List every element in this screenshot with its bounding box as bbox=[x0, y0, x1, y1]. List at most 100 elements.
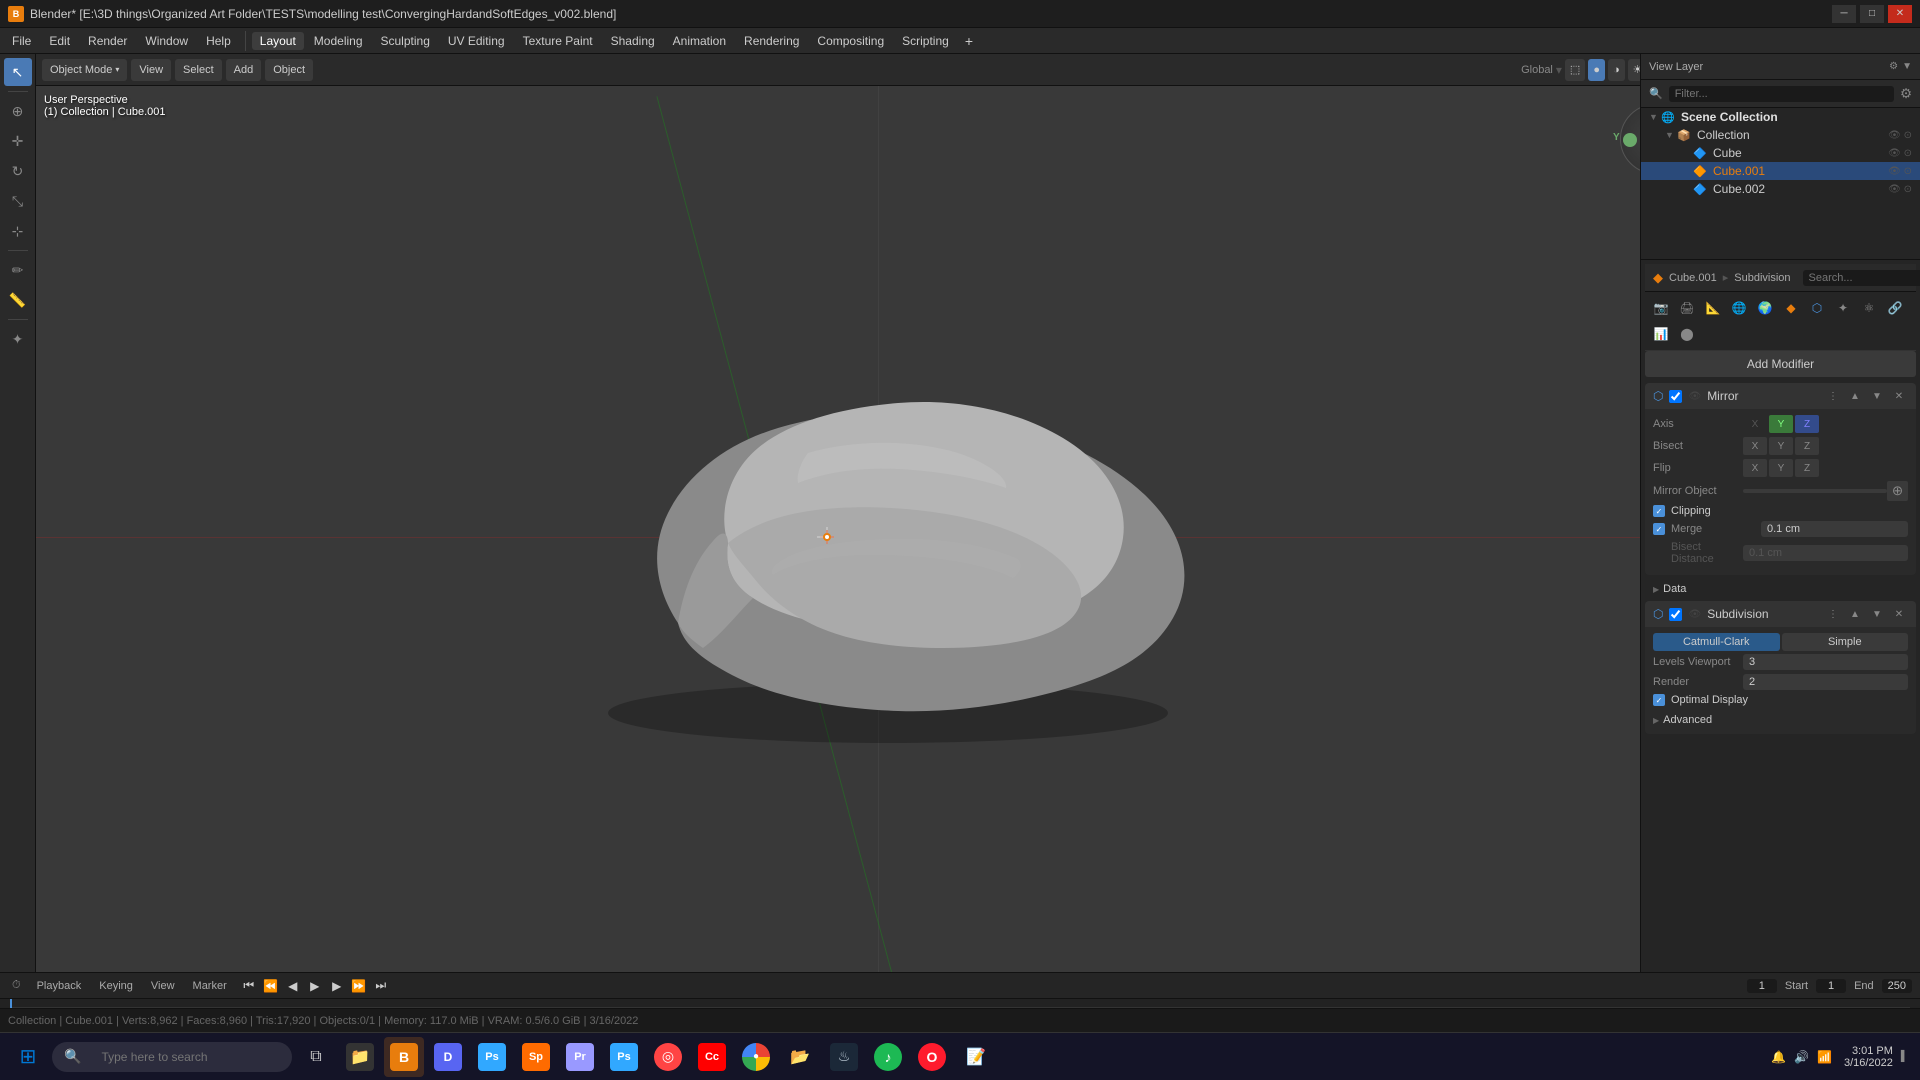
mirror-modifier-down[interactable]: ▼ bbox=[1868, 387, 1886, 405]
taskbar-clock[interactable]: 3:01 PM 3/16/2022 bbox=[1844, 1045, 1893, 1069]
outliner-scene-collection[interactable]: ▼ 🌐 Scene Collection bbox=[1641, 108, 1920, 126]
volume-icon[interactable]: 🔊 bbox=[1794, 1050, 1809, 1064]
props-view-layer-icon[interactable]: 📐 bbox=[1701, 296, 1725, 320]
props-output-icon[interactable]: 🖨 bbox=[1675, 296, 1699, 320]
current-frame-display[interactable]: 1 bbox=[1747, 979, 1777, 993]
cc-taskbar-btn[interactable]: Cc bbox=[692, 1037, 732, 1077]
props-material-icon[interactable]: ⬤ bbox=[1675, 322, 1699, 346]
select-menu[interactable]: Select bbox=[175, 59, 222, 81]
explorer-taskbar-btn[interactable]: 📂 bbox=[780, 1037, 820, 1077]
maximize-button[interactable]: □ bbox=[1860, 5, 1884, 23]
flip-x[interactable]: X bbox=[1743, 459, 1767, 477]
catmull-clark-btn[interactable]: Catmull-Clark bbox=[1653, 633, 1780, 651]
menu-window[interactable]: Window bbox=[137, 32, 196, 50]
file-manager-taskbar-btn[interactable]: 📁 bbox=[340, 1037, 380, 1077]
mirror-axis-y[interactable]: Y bbox=[1769, 415, 1793, 433]
outliner-cube001-item[interactable]: 🔶 Cube.001 👁 ⊙ bbox=[1641, 162, 1920, 180]
mirror-object-value[interactable] bbox=[1743, 489, 1887, 493]
properties-search-input[interactable] bbox=[1803, 270, 1920, 286]
outliner-search-input[interactable] bbox=[1669, 86, 1894, 102]
annotate-tool[interactable]: ✏ bbox=[4, 256, 32, 284]
jump-end-btn[interactable]: ⏭ bbox=[371, 977, 391, 995]
subdivision-modifier-header[interactable]: ⬡ 👁 Subdivision ⋮ ▲ ▼ ✕ bbox=[1645, 601, 1916, 627]
network-icon[interactable]: 📶 bbox=[1817, 1050, 1832, 1064]
mirror-modifier-header[interactable]: ⬡ 👁 Mirror ⋮ ▲ ▼ ✕ bbox=[1645, 383, 1916, 409]
minimize-button[interactable]: ─ bbox=[1832, 5, 1856, 23]
measure-tool[interactable]: 📏 bbox=[4, 286, 32, 314]
discord-taskbar-btn[interactable]: D bbox=[428, 1037, 468, 1077]
workspace-shading[interactable]: Shading bbox=[603, 32, 663, 50]
subdivision-options[interactable]: ⋮ bbox=[1824, 605, 1842, 623]
props-particles-icon[interactable]: ✦ bbox=[1831, 296, 1855, 320]
workspace-sculpting[interactable]: Sculpting bbox=[373, 32, 438, 50]
start-frame-display[interactable]: 1 bbox=[1816, 979, 1846, 993]
spotify-taskbar-btn[interactable]: ♪ bbox=[868, 1037, 908, 1077]
scale-tool[interactable]: ⤡ bbox=[4, 187, 32, 215]
props-physics-icon[interactable]: ⚛ bbox=[1857, 296, 1881, 320]
end-frame-display[interactable]: 250 bbox=[1882, 979, 1912, 993]
gizmo-y-axis[interactable] bbox=[1623, 133, 1637, 147]
rotate-tool[interactable]: ↻ bbox=[4, 157, 32, 185]
timeline-playback-menu[interactable]: Playback bbox=[31, 978, 88, 994]
task-view-button[interactable]: ⧉ bbox=[296, 1037, 336, 1077]
add-menu[interactable]: Add bbox=[226, 59, 262, 81]
next-keyframe-btn[interactable]: ⏩ bbox=[349, 977, 369, 995]
play-btn[interactable]: ▶ bbox=[305, 977, 325, 995]
capture-taskbar-btn[interactable]: ◎ bbox=[648, 1037, 688, 1077]
mirror-modifier-toggle[interactable] bbox=[1669, 390, 1682, 403]
menu-edit[interactable]: Edit bbox=[41, 32, 78, 50]
mirror-modifier-remove[interactable]: ✕ bbox=[1890, 387, 1908, 405]
move-tool[interactable]: ✛ bbox=[4, 127, 32, 155]
next-frame-btn[interactable]: ▶ bbox=[327, 977, 347, 995]
outliner-cube-item[interactable]: 🔷 Cube 👁 ⊙ bbox=[1641, 144, 1920, 162]
levels-viewport-value[interactable]: 3 bbox=[1743, 654, 1908, 670]
transform-tool[interactable]: ⊹ bbox=[4, 217, 32, 245]
blender-taskbar-btn[interactable]: B bbox=[384, 1037, 424, 1077]
taskbar-search-input[interactable] bbox=[89, 1046, 280, 1068]
timeline-marker-menu[interactable]: Marker bbox=[187, 978, 233, 994]
bisect-x[interactable]: X bbox=[1743, 437, 1767, 455]
bisect-distance-value[interactable]: 0.1 cm bbox=[1743, 545, 1908, 561]
view-layer-filter[interactable]: ▼ bbox=[1902, 61, 1912, 72]
clipping-checkbox[interactable]: ✓ bbox=[1653, 505, 1665, 517]
subdivision-up[interactable]: ▲ bbox=[1846, 605, 1864, 623]
workspace-layout[interactable]: Layout bbox=[252, 32, 304, 50]
wireframe-shading[interactable]: ⬚ bbox=[1565, 59, 1585, 81]
props-modifier-icon[interactable]: ⬡ bbox=[1805, 296, 1829, 320]
jump-start-btn[interactable]: ⏮ bbox=[239, 977, 259, 995]
props-scene-icon[interactable]: 🌐 bbox=[1727, 296, 1751, 320]
substance-taskbar-btn[interactable]: Sp bbox=[516, 1037, 556, 1077]
prev-frame-btn[interactable]: ◀ bbox=[283, 977, 303, 995]
notepad-taskbar-btn[interactable]: 📝 bbox=[956, 1037, 996, 1077]
add-modifier-button[interactable]: Add Modifier bbox=[1645, 351, 1916, 377]
mirror-modifier-options[interactable]: ⋮ bbox=[1824, 387, 1842, 405]
advanced-section[interactable]: ▶ Advanced bbox=[1653, 710, 1908, 726]
opera-taskbar-btn[interactable]: O bbox=[912, 1037, 952, 1077]
workspace-uv-editing[interactable]: UV Editing bbox=[440, 32, 513, 50]
prev-keyframe-btn[interactable]: ⏪ bbox=[261, 977, 281, 995]
flip-y[interactable]: Y bbox=[1769, 459, 1793, 477]
ps-taskbar-btn[interactable]: Ps bbox=[472, 1037, 512, 1077]
simple-btn[interactable]: Simple bbox=[1782, 633, 1909, 651]
solid-shading[interactable]: ● bbox=[1588, 59, 1605, 81]
view-menu[interactable]: View bbox=[131, 59, 171, 81]
object-mode-dropdown[interactable]: Object Mode ▾ bbox=[42, 59, 127, 81]
add-object-tool[interactable]: ✦ bbox=[4, 325, 32, 353]
workspace-texture-paint[interactable]: Texture Paint bbox=[515, 32, 601, 50]
mirror-axis-x[interactable]: X bbox=[1743, 415, 1767, 433]
props-render-icon[interactable]: 📷 bbox=[1649, 296, 1673, 320]
viewport-3d[interactable]: Object Mode ▾ View Select Add Object Glo… bbox=[36, 54, 1720, 1020]
object-menu[interactable]: Object bbox=[265, 59, 313, 81]
close-button[interactable]: ✕ bbox=[1888, 5, 1912, 23]
add-workspace-button[interactable]: + bbox=[959, 31, 979, 51]
bisect-z[interactable]: Z bbox=[1795, 437, 1819, 455]
menu-render[interactable]: Render bbox=[80, 32, 135, 50]
select-tool[interactable]: ↖ bbox=[4, 58, 32, 86]
premiere-taskbar-btn[interactable]: Pr bbox=[560, 1037, 600, 1077]
global-local-toggle[interactable]: Global bbox=[1521, 64, 1553, 76]
flip-z[interactable]: Z bbox=[1795, 459, 1819, 477]
timeline-keying-menu[interactable]: Keying bbox=[93, 978, 139, 994]
photoshop-taskbar-btn[interactable]: Ps bbox=[604, 1037, 644, 1077]
merge-value[interactable]: 0.1 cm bbox=[1761, 521, 1908, 537]
outliner-options-btn[interactable]: ⚙ bbox=[1900, 86, 1912, 102]
